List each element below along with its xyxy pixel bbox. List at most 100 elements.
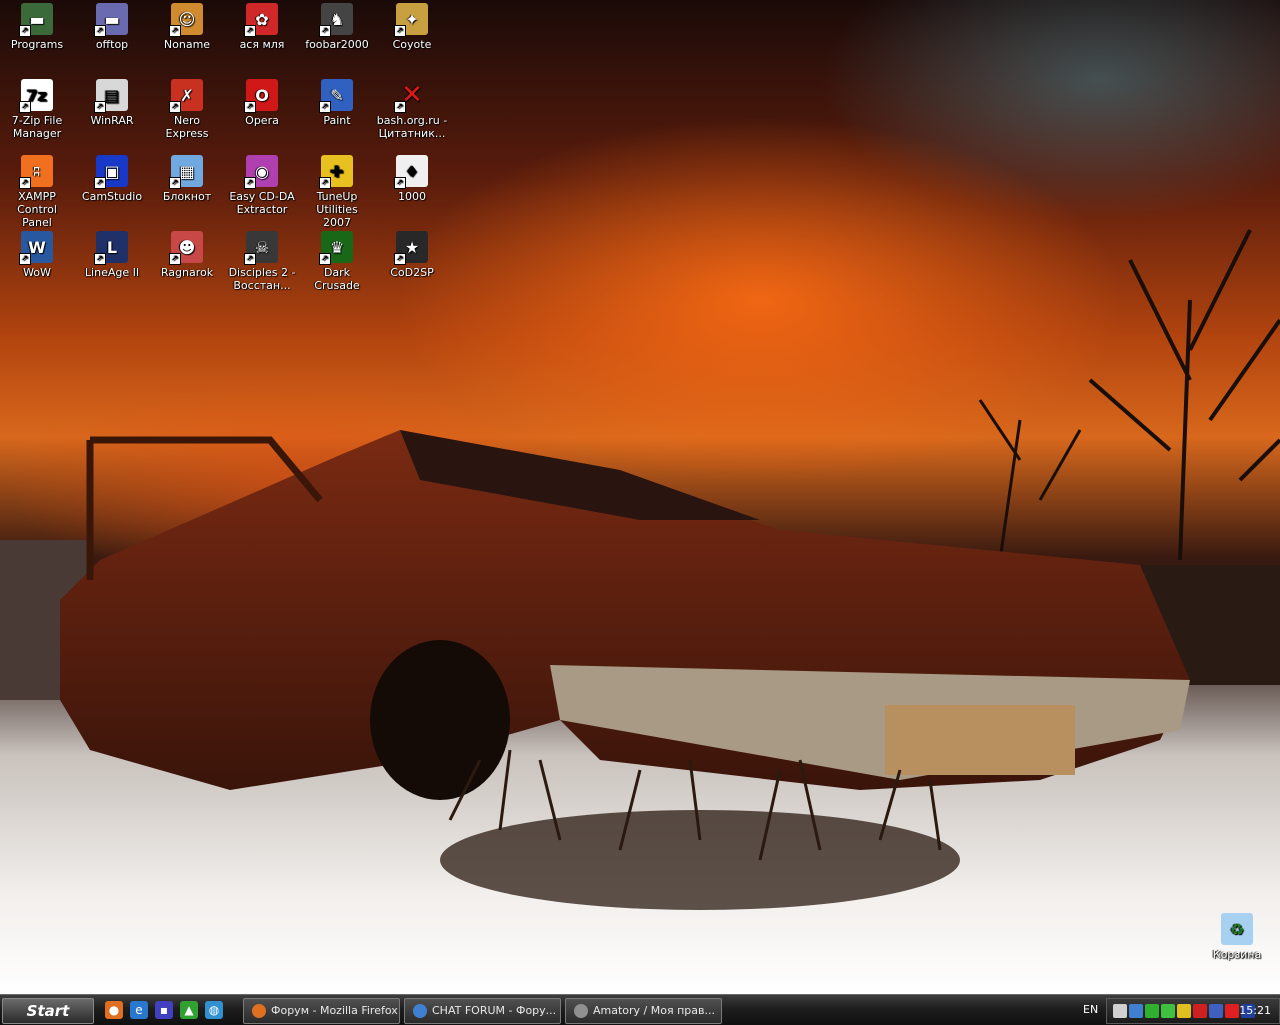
shortcut-arrow-icon: ↗ [244,25,256,37]
firefox-icon[interactable]: ● [105,1001,123,1019]
desktop-shortcut-label: Easy CD-DA Extractor [229,190,295,216]
shortcut-arrow-icon: ↗ [169,101,181,113]
desktop-shortcut[interactable]: ▬ ↗ Programs [0,0,74,76]
7zip-icon: 7z ↗ [19,79,53,113]
shortcut-arrow-icon: ↗ [19,25,31,37]
taskbar-window-label: Форум - Mozilla Firefox [271,1004,398,1017]
desktop-shortcut[interactable]: ▦ ↗ Блокнот [150,152,224,228]
desktop-shortcut-label: Disciples 2 - Восстан... [228,266,296,292]
xampp-icon: ʭ ↗ [19,155,53,189]
shortcut-arrow-icon: ↗ [94,177,106,189]
desktop-shortcut-label: Coyote [392,38,432,51]
nero-icon: ✗ ↗ [169,79,203,113]
desktop-shortcut[interactable]: ◉ ↗ Easy CD-DA Extractor [225,152,299,228]
app-icon: ✿ ↗ [244,3,278,37]
shortcut-arrow-icon: ↗ [244,253,256,265]
network-icon[interactable] [1113,1004,1127,1018]
desktop-shortcut[interactable]: ✗ ↗ Nero Express [150,76,224,152]
shortcut-arrow-icon: ↗ [394,101,406,113]
desktop-shortcut-label: CoD2SP [390,266,434,279]
desktop-shortcut[interactable]: ☠ ↗ Disciples 2 - Восстан... [225,228,299,304]
drive-icon: ▬ ↗ [94,3,128,37]
desktop-shortcut[interactable]: ✎ ↗ Paint [300,76,374,152]
shortcut-arrow-icon: ↗ [94,101,106,113]
desktop-shortcut-label: Opera [245,114,279,127]
desktop-shortcut-label: foobar2000 [305,38,369,51]
desktop-shortcut[interactable]: ▤ ↗ WinRAR [75,76,149,152]
save-icon[interactable]: ▪ [155,1001,173,1019]
chat-icon[interactable] [1145,1004,1159,1018]
monitor-icon[interactable] [1129,1004,1143,1018]
desktop-shortcut[interactable]: ★ ↗ CoD2SP [375,228,449,304]
desktop-shortcut-label: Dark Crusade [314,266,360,292]
tuneup-icon: ✚ ↗ [319,155,353,189]
shortcut-arrow-icon: ↗ [319,25,331,37]
wow-icon: W ↗ [19,231,53,265]
error-icon[interactable] [1225,1004,1239,1018]
desktop-shortcut-label: XAMPP Control Panel [17,190,57,229]
camstudio-icon: ▣ ↗ [94,155,128,189]
recycle-bin-shortcut[interactable]: ♻ Корзина [1200,910,1274,986]
notepad-icon: ▦ ↗ [169,155,203,189]
desktop-shortcut[interactable]: ♞ ↗ foobar2000 [300,0,374,76]
language-indicator[interactable]: EN [1083,1003,1098,1016]
desktop-shortcut-label: Paint [323,114,351,127]
shortcut-arrow-icon: ↗ [169,177,181,189]
desktop-shortcut-label: Ragnarok [160,266,214,279]
ragnarok-icon: ☻ ↗ [169,231,203,265]
desktop-shortcut[interactable]: ✦ ↗ Coyote [375,0,449,76]
taskbar-window-button[interactable]: CHAT FORUM - Фору... [404,998,561,1024]
shortcut-arrow-icon: ↗ [94,253,106,265]
winrar-icon: ▤ ↗ [94,79,128,113]
desktop-shortcut-label: CamStudio [81,190,143,203]
desktop-shortcut[interactable]: O ↗ Opera [225,76,299,152]
desktop-shortcut[interactable]: W ↗ WoW [0,228,74,304]
shortcut-arrow-icon: ↗ [244,177,256,189]
desktop-shortcut-label: TuneUp Utilities 2007 [316,190,358,229]
users-icon: ☺ ↗ [169,3,203,37]
alien-icon [574,1004,588,1018]
drive-icon: ▬ ↗ [19,3,53,37]
shortcut-arrow-icon: ↗ [169,253,181,265]
desktop-shortcut[interactable]: ♦ ↗ 1000 [375,152,449,228]
start-button[interactable]: Start [2,998,94,1024]
document-icon [413,1004,427,1018]
desktop-shortcut[interactable]: ✕ ↗ bash.org.ru - Цитатник... [375,76,449,152]
alert-icon[interactable] [1193,1004,1207,1018]
shortcut-arrow-icon: ↗ [19,177,31,189]
desktop-shortcut[interactable]: ▬ ↗ offtop [75,0,149,76]
desktop-shortcut[interactable]: 7z ↗ 7-Zip File Manager [0,76,74,152]
coyote-icon: ✦ ↗ [394,3,428,37]
desktop-shortcut[interactable]: ✿ ↗ ася мля [225,0,299,76]
broken-link-icon: ✕ ↗ [394,79,428,113]
desktop-shortcut-label: Nero Express [165,114,209,140]
disciples-icon: ☠ ↗ [244,231,278,265]
desktop-shortcut-label: Noname [163,38,211,51]
desktop-shortcut[interactable]: ✚ ↗ TuneUp Utilities 2007 [300,152,374,229]
shortcut-arrow-icon: ↗ [19,101,31,113]
triangle-icon[interactable]: ▲ [180,1001,198,1019]
desktop-shortcut[interactable]: ʭ ↗ XAMPP Control Panel [0,152,74,229]
display-icon[interactable] [1209,1004,1223,1018]
desktop-shortcut-label: LineAge II [84,266,140,279]
lineage-icon: L ↗ [94,231,128,265]
shortcut-arrow-icon: ↗ [319,177,331,189]
taskbar-window-label: Amatory / Моя прав... [593,1004,715,1017]
desktop-shortcut[interactable]: L ↗ LineAge II [75,228,149,304]
desktop-shortcut[interactable]: ♛ ↗ Dark Crusade [300,228,374,304]
clock[interactable]: 15:21 [1239,1004,1271,1017]
ie-icon[interactable]: e [130,1001,148,1019]
desktop-shortcut[interactable]: ▣ ↗ CamStudio [75,152,149,228]
flower-icon[interactable] [1177,1004,1191,1018]
desktop-shortcut[interactable]: ☻ ↗ Ragnarok [150,228,224,304]
desktop-shortcut[interactable]: ☺ ↗ Noname [150,0,224,76]
shortcut-arrow-icon: ↗ [394,177,406,189]
desktop-shortcut-label: Блокнот [162,190,212,203]
globe-icon[interactable]: ◍ [205,1001,223,1019]
icq-icon[interactable] [1161,1004,1175,1018]
desktop-shortcut-label: offtop [95,38,129,51]
taskbar-window-button[interactable]: Amatory / Моя прав... [565,998,722,1024]
dark-crusade-icon: ♛ ↗ [319,231,353,265]
shortcut-arrow-icon: ↗ [19,253,31,265]
taskbar-window-button[interactable]: Форум - Mozilla Firefox [243,998,400,1024]
